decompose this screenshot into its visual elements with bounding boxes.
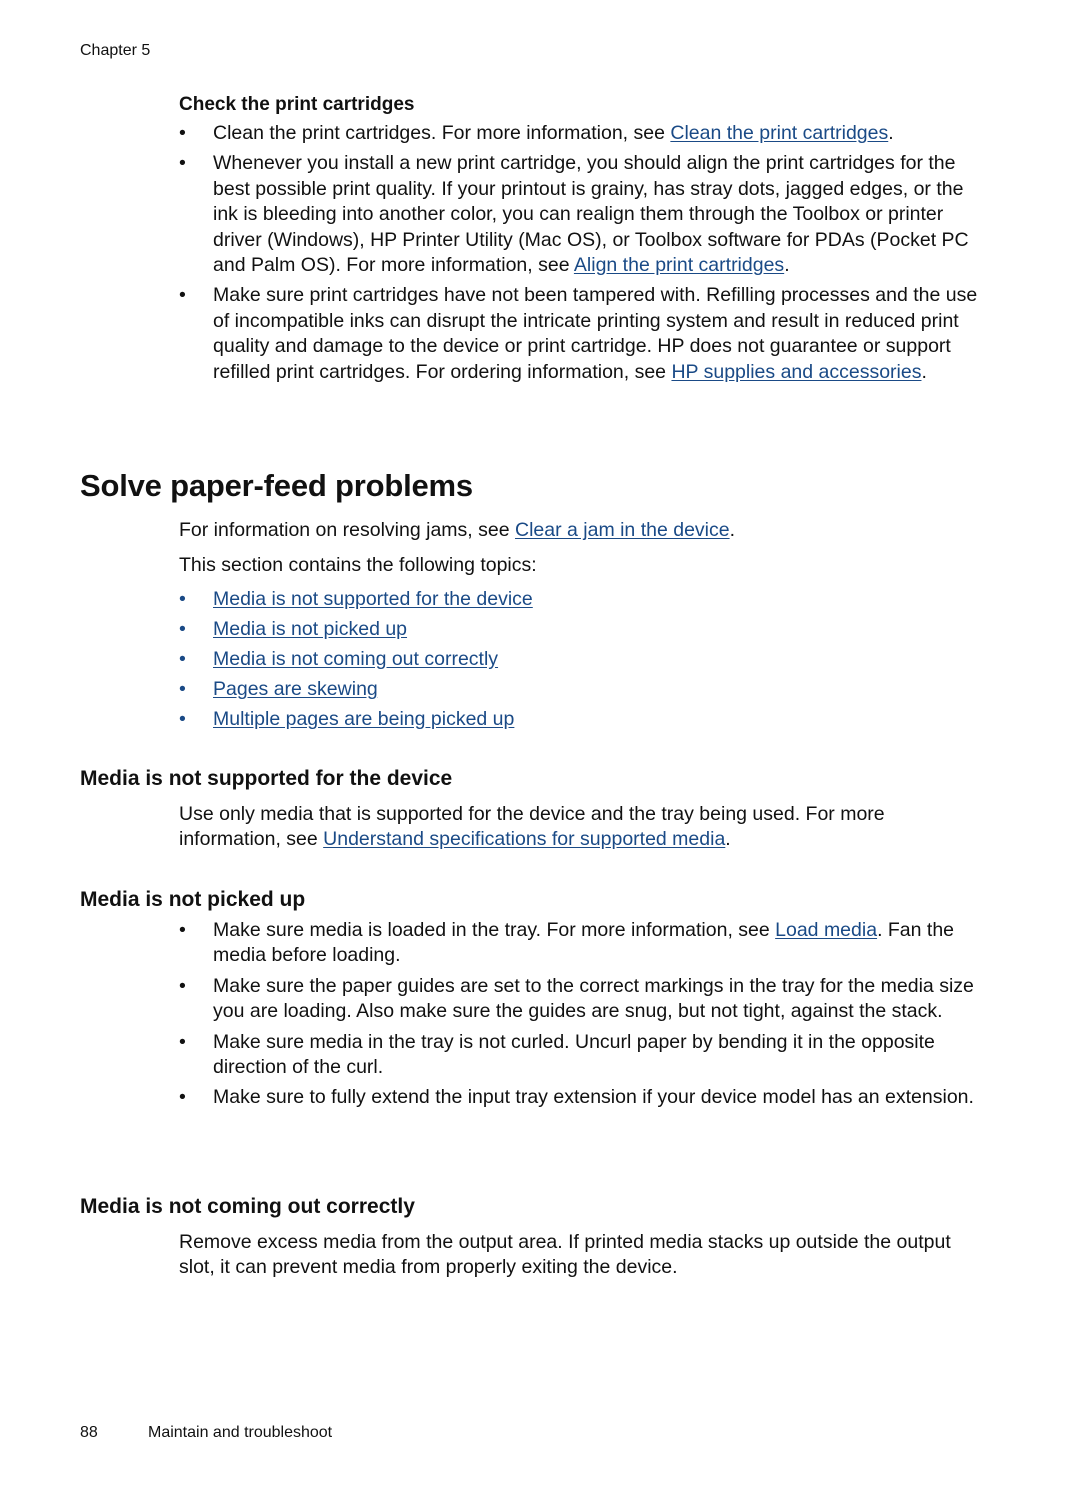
bullet-icon: •: [179, 618, 186, 640]
topic-link-not-supported[interactable]: Media is not supported for the device: [213, 588, 533, 610]
topic-item: • Multiple pages are being picked up: [179, 707, 979, 732]
load-media-link[interactable]: Load media: [775, 919, 877, 941]
list-item: • Make sure to fully extend the input tr…: [179, 1085, 979, 1110]
footer-section: Maintain and troubleshoot: [148, 1424, 333, 1441]
not-supported-heading: Media is not supported for the device: [80, 767, 453, 790]
topic-item: • Media is not picked up: [179, 617, 979, 642]
check-cartridges-list: • Clean the print cartridges. For more i…: [179, 121, 979, 390]
bullet-icon: •: [179, 678, 186, 700]
topic-item: • Media is not coming out correctly: [179, 647, 979, 672]
not-coming-out-text: Remove excess media from the output area…: [179, 1231, 951, 1279]
list-item: • Whenever you install a new print cartr…: [179, 152, 969, 277]
check-cartridges-heading: Check the print cartridges: [179, 94, 415, 115]
page-title: Solve paper-feed problems: [80, 468, 473, 503]
topic-link-not-coming-out[interactable]: Media is not coming out correctly: [213, 648, 498, 670]
bullet-icon: •: [179, 1030, 186, 1053]
clear-jam-link[interactable]: Clear a jam in the device: [515, 519, 730, 541]
bullet-icon: •: [179, 648, 186, 670]
not-picked-list: • Make sure media is loaded in the tray.…: [179, 918, 979, 1116]
topic-item: • Pages are skewing: [179, 677, 979, 702]
not-supported-text: Use only media that is supported for the…: [179, 803, 885, 851]
bullet-icon: •: [179, 122, 186, 144]
jam-intro: For information on resolving jams, see C…: [179, 519, 736, 541]
bullet-icon: •: [179, 919, 186, 941]
list-item: • Make sure media is loaded in the tray.…: [179, 919, 955, 967]
topic-link-multiple-pages[interactable]: Multiple pages are being picked up: [213, 708, 514, 730]
specifications-link[interactable]: Understand specifications for supported …: [323, 828, 725, 850]
list-item: • Clean the print cartridges. For more i…: [179, 121, 979, 146]
topic-item: • Media is not supported for the device: [179, 587, 979, 612]
hp-supplies-link[interactable]: HP supplies and accessories: [671, 361, 921, 383]
bullet-icon: •: [179, 708, 186, 730]
align-cartridges-link[interactable]: Align the print cartridges: [574, 254, 784, 276]
bullet-icon: •: [179, 152, 186, 175]
not-picked-heading: Media is not picked up: [80, 888, 306, 911]
bullet-icon: •: [179, 974, 186, 997]
list-item: • Make sure media in the tray is not cur…: [179, 1030, 935, 1079]
list-item: • Make sure print cartridges have not be…: [179, 284, 978, 383]
bullet-icon: •: [179, 588, 186, 610]
list-item: • Make sure the paper guides are set to …: [179, 974, 974, 1023]
chapter-label: Chapter 5: [80, 42, 151, 59]
topic-link-not-picked-up[interactable]: Media is not picked up: [213, 618, 407, 640]
topics-label: This section contains the following topi…: [179, 554, 537, 576]
not-coming-out-heading: Media is not coming out correctly: [80, 1195, 415, 1218]
clean-cartridges-link[interactable]: Clean the print cartridges: [670, 122, 888, 144]
topics-list: • Media is not supported for the device •…: [179, 587, 979, 737]
page-number: 88: [80, 1424, 98, 1441]
bullet-icon: •: [179, 284, 186, 307]
topic-link-skewing[interactable]: Pages are skewing: [213, 678, 378, 700]
bullet-icon: •: [179, 1086, 186, 1109]
